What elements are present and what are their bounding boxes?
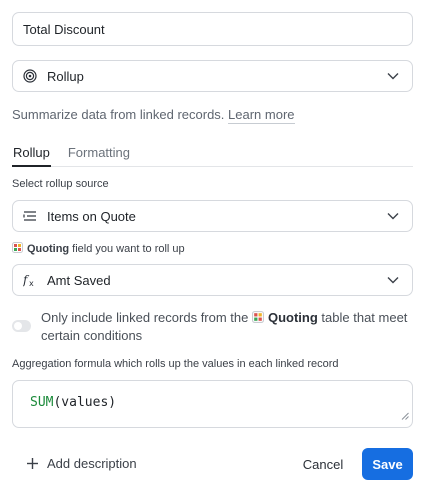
add-description-button[interactable]: Add description — [26, 456, 137, 471]
chevron-down-icon — [386, 69, 400, 83]
formula-args: (values) — [53, 395, 117, 410]
rollup-field-label-text: field you want to roll up — [72, 243, 185, 255]
formula-fx-icon: f x — [23, 273, 43, 287]
field-name-input-wrapper[interactable] — [12, 12, 413, 46]
toggle-knob — [14, 322, 22, 330]
add-description-label: Add description — [47, 456, 137, 471]
rollup-field-value: Amt Saved — [47, 272, 111, 288]
condition-table-name: Quoting — [267, 310, 318, 325]
table-icon — [251, 309, 264, 327]
save-button[interactable]: Save — [362, 448, 413, 480]
rollup-field-label: Quoting field you want to roll up — [12, 242, 185, 256]
aggregation-label: Aggregation formula which rolls up the v… — [12, 358, 339, 370]
rollup-source-select[interactable]: Items on Quote — [12, 200, 413, 232]
helper-text: Summarize data from linked records. — [12, 107, 229, 122]
linked-records-icon — [23, 210, 43, 222]
field-config-panel: Rollup Summarize data from linked record… — [0, 0, 429, 500]
condition-toggle-label: Only include linked records from the Quo… — [41, 309, 413, 345]
cancel-button[interactable]: Cancel — [298, 449, 348, 479]
field-type-description: Summarize data from linked records. Lear… — [12, 107, 295, 124]
plus-icon — [26, 457, 39, 470]
learn-more-link[interactable]: Learn more — [228, 107, 295, 124]
field-name-input[interactable] — [23, 21, 412, 37]
resize-handle-icon[interactable] — [401, 409, 409, 424]
svg-text:x: x — [29, 279, 34, 287]
tab-rollup[interactable]: Rollup — [12, 145, 51, 167]
field-type-value: Rollup — [47, 68, 84, 84]
table-icon — [12, 242, 23, 256]
condition-text-before: Only include linked records from the — [41, 310, 252, 325]
condition-toggle-row: Only include linked records from the Quo… — [12, 309, 413, 345]
chevron-down-icon — [386, 209, 400, 223]
config-tabs: Rollup Formatting — [12, 145, 413, 167]
rollup-source-value: Items on Quote — [47, 208, 136, 224]
condition-toggle[interactable] — [12, 320, 31, 332]
chevron-down-icon — [386, 273, 400, 287]
rollup-source-label: Select rollup source — [12, 178, 109, 190]
tab-formatting[interactable]: Formatting — [67, 145, 131, 167]
rollup-field-select[interactable]: f x Amt Saved — [12, 264, 413, 296]
aggregation-formula-editor[interactable]: SUM(values) — [12, 380, 413, 428]
rollup-icon — [23, 69, 43, 83]
field-type-select[interactable]: Rollup — [12, 60, 413, 92]
formula-function: SUM — [30, 395, 54, 410]
table-name: Quoting — [27, 243, 70, 255]
